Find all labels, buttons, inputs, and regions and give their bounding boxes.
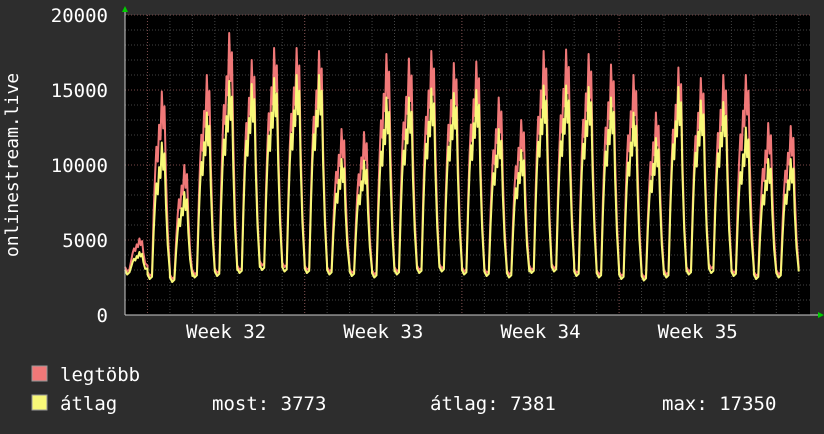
y-tick-label: 20000 <box>51 5 108 27</box>
x-tick-label: Week 33 <box>343 321 423 343</box>
y-tick-label: 10000 <box>51 155 108 177</box>
x-tick-label: Week 35 <box>658 321 738 343</box>
y-axis-label: onlinestream.live <box>2 73 23 257</box>
chart-container: 0 5000 10000 15000 20000 Week 32 Week 33 Week … <box>0 0 824 430</box>
legend-label-max: legtöbb <box>60 364 140 386</box>
legend-swatch-avg <box>31 394 48 411</box>
y-tick-label: 15000 <box>51 80 108 102</box>
chart-svg: 0 5000 10000 15000 20000 Week 32 Week 33 Week … <box>0 0 824 430</box>
x-tick-label: Week 32 <box>186 321 266 343</box>
legend-label-avg: átlag <box>60 393 117 415</box>
stat-most: most: 3773 <box>212 393 326 415</box>
stat-atlag: átlag: 7381 <box>430 393 556 415</box>
y-tick-label: 5000 <box>62 230 108 252</box>
x-tick-label: Week 34 <box>500 321 580 343</box>
legend-swatch-max <box>31 365 48 382</box>
y-tick-label: 0 <box>97 305 108 327</box>
stat-max: max: 17350 <box>662 393 776 415</box>
